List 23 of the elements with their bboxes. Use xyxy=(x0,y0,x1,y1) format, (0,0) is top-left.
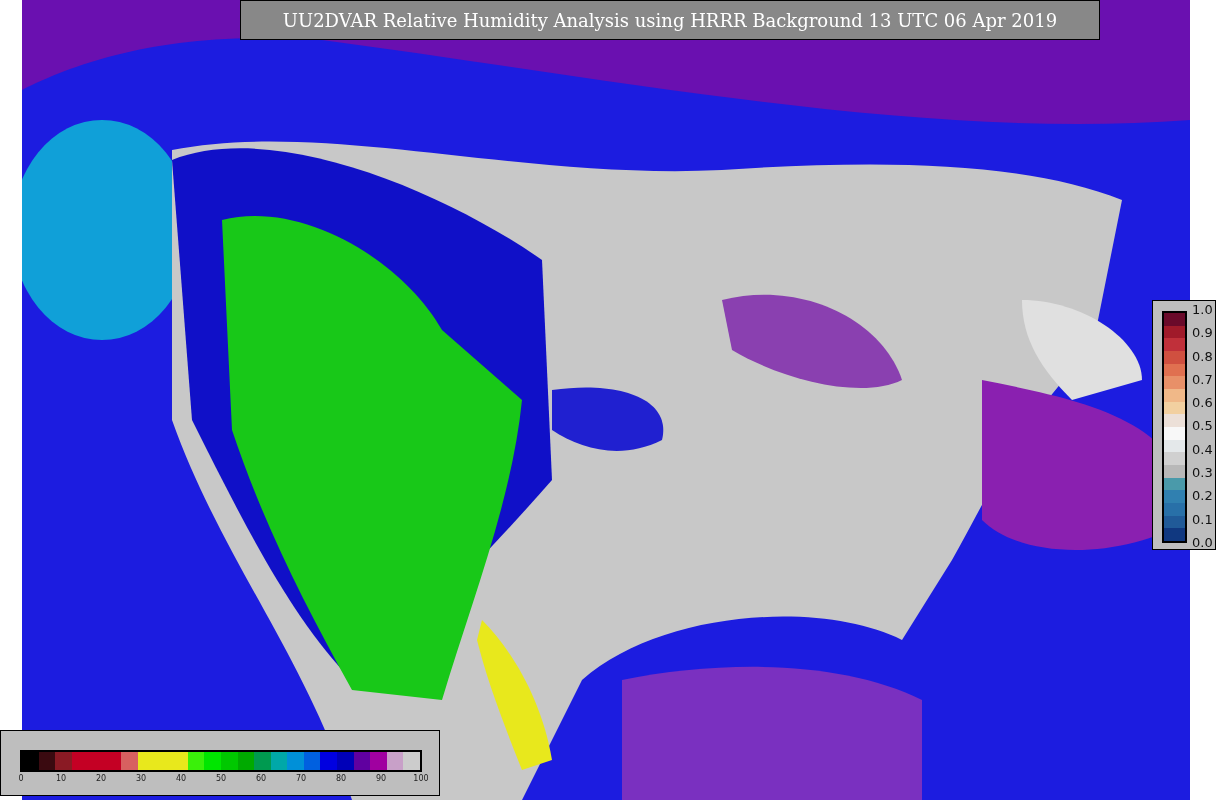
tick-label: 0.7 xyxy=(1192,372,1213,386)
tick-label: 0.3 xyxy=(1192,466,1213,480)
tick-label: 40 xyxy=(174,775,188,783)
tick-label: 90 xyxy=(374,775,388,783)
tick-label: 80 xyxy=(334,775,348,783)
tick-label: 0.9 xyxy=(1192,326,1213,340)
chart-title: UU2DVAR Relative Humidity Analysis using HRRR Background 13 UTC 06 Apr 2019 xyxy=(240,0,1100,40)
tick-label: 30 xyxy=(134,775,148,783)
tick-label: 50 xyxy=(214,775,228,783)
tick-label: 1.0 xyxy=(1192,303,1213,316)
tick-label: 60 xyxy=(254,775,268,783)
tick-label: 20 xyxy=(94,775,108,783)
tick-label: 100 xyxy=(412,775,430,783)
tick-label: 0.1 xyxy=(1192,512,1213,526)
tick-label: 0.5 xyxy=(1192,419,1213,433)
tick-label: 10 xyxy=(54,775,68,783)
tick-label: 0.2 xyxy=(1192,489,1213,503)
tick-label: 0.6 xyxy=(1192,396,1213,410)
tick-label: 0.4 xyxy=(1192,442,1213,456)
tick-label: 0.8 xyxy=(1192,349,1213,363)
tick-label: 70 xyxy=(294,775,308,783)
tick-label: 0 xyxy=(17,775,25,783)
tick-label: 0.0 xyxy=(1192,535,1213,549)
